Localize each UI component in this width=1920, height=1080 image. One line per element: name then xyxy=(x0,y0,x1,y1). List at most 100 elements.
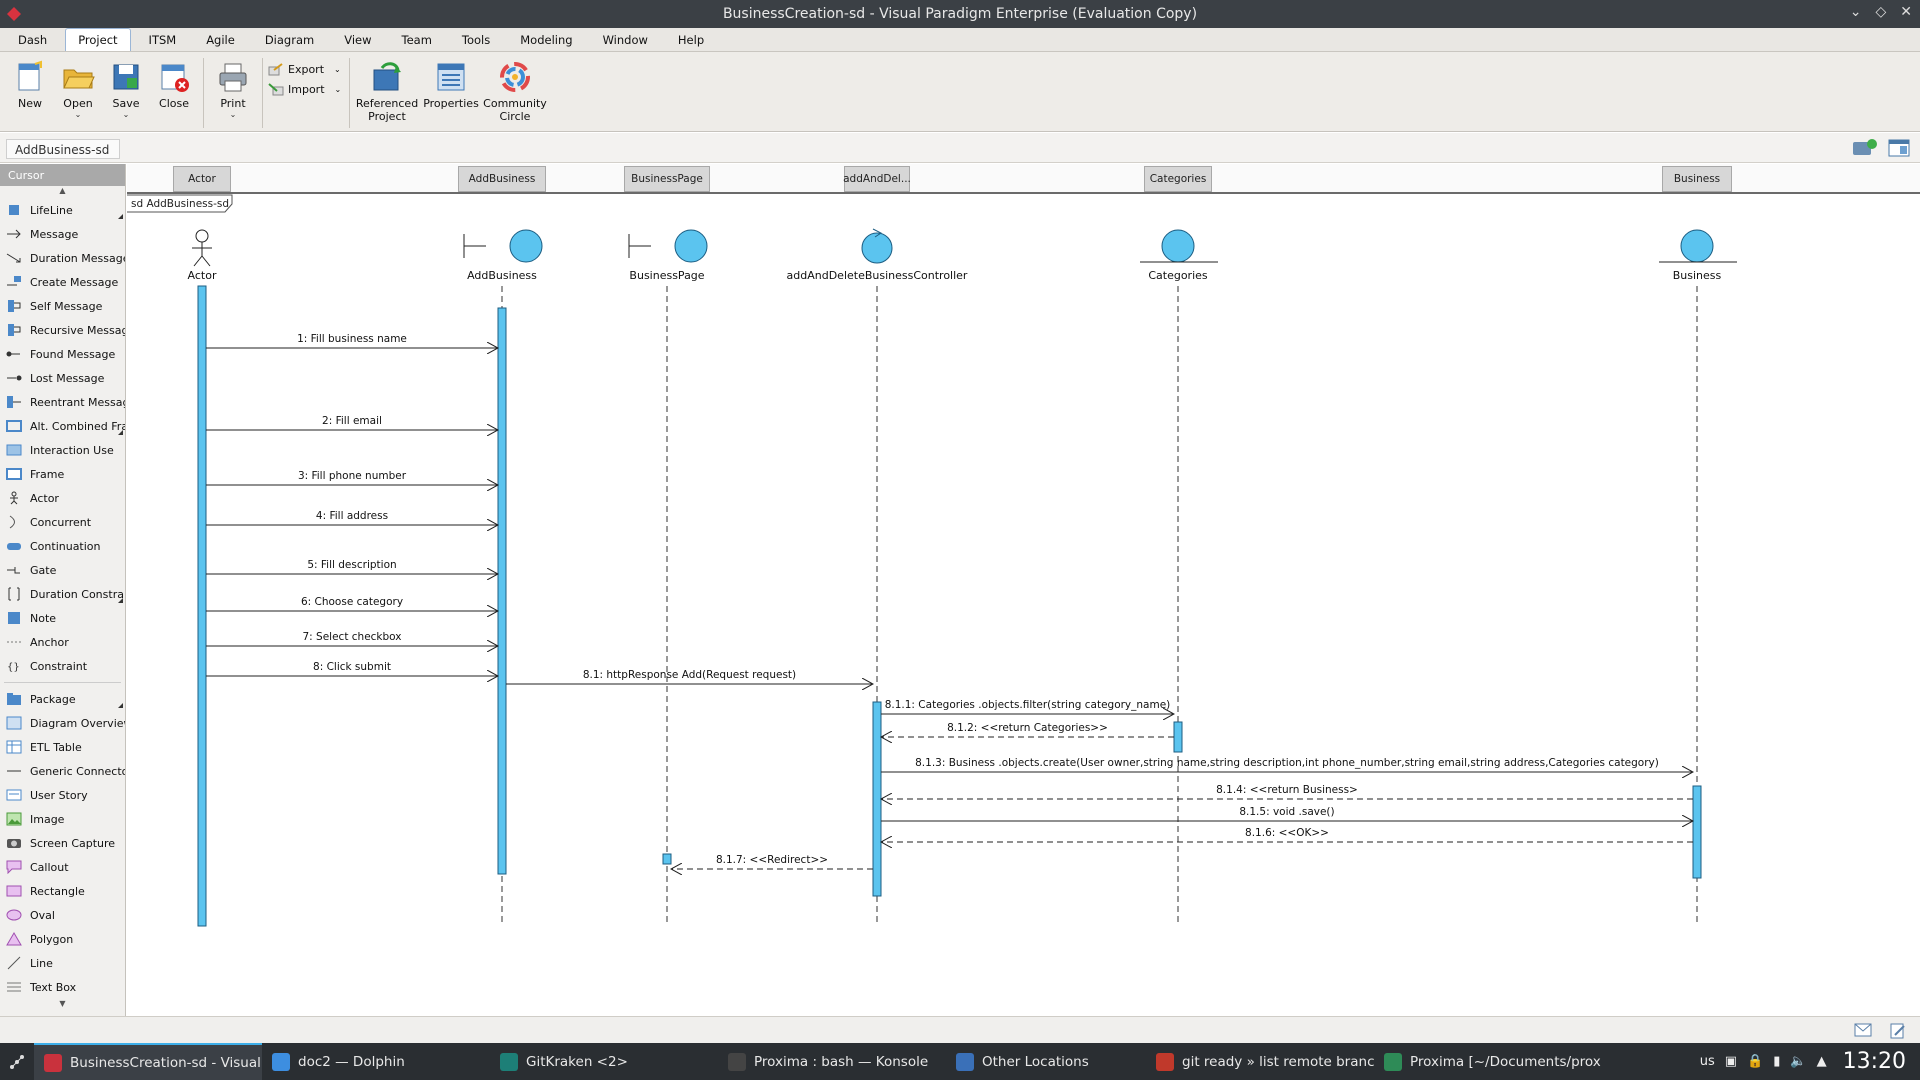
message-label[interactable]: 8.1.3: Business .objects.create(User own… xyxy=(915,757,1659,769)
properties-button[interactable]: Properties xyxy=(419,56,483,110)
lane-actor[interactable]: Actor xyxy=(173,166,231,192)
palette-item-alt-combined-frag[interactable]: Alt. Combined Frag xyxy=(0,414,125,438)
menu-view[interactable]: View xyxy=(332,29,383,51)
message-label[interactable]: 7: Select checkbox xyxy=(302,631,401,643)
submenu-corner-icon[interactable] xyxy=(118,214,123,219)
lifeline-name-categories[interactable]: Categories xyxy=(1148,269,1208,282)
palette-cursor-tool[interactable]: Cursor xyxy=(0,164,125,186)
menu-help[interactable]: Help xyxy=(666,29,716,51)
close-icon[interactable]: ✕ xyxy=(1900,4,1912,20)
maximize-icon[interactable]: ◇ xyxy=(1875,4,1886,20)
palette-item-actor[interactable]: Actor xyxy=(0,486,125,510)
palette-item-line[interactable]: Line xyxy=(0,951,125,975)
menu-diagram[interactable]: Diagram xyxy=(253,29,326,51)
lane-addbusiness[interactable]: AddBusiness xyxy=(458,166,546,192)
new-button[interactable]: New xyxy=(6,56,54,110)
submenu-corner-icon[interactable] xyxy=(118,703,123,708)
lock-icon[interactable]: 🔒 xyxy=(1747,1054,1763,1069)
minimize-icon[interactable]: ⌄ xyxy=(1850,4,1862,20)
message-label[interactable]: 8: Click submit xyxy=(313,661,391,673)
palette-item-diagram-overview[interactable]: Diagram Overview xyxy=(0,711,125,735)
palette-item-frame[interactable]: Frame xyxy=(0,462,125,486)
palette-item-lifeline[interactable]: LifeLine xyxy=(0,198,125,222)
palette-item-polygon[interactable]: Polygon xyxy=(0,927,125,951)
palette-item-reentrant-message[interactable]: Reentrant Message xyxy=(0,390,125,414)
palette-item-create-message[interactable]: Create Message xyxy=(0,270,125,294)
message-label[interactable]: 8.1.2: <<return Categories>> xyxy=(947,722,1108,734)
message-label[interactable]: 8.1.6: <<OK>> xyxy=(1245,827,1329,839)
volume-icon[interactable]: 🔈 xyxy=(1790,1054,1806,1069)
palette-item-package[interactable]: Package xyxy=(0,687,125,711)
palette-item-lost-message[interactable]: Lost Message xyxy=(0,366,125,390)
diagram-canvas[interactable]: Actor AddBusiness BusinessPage addAndDel...… xyxy=(127,164,1920,1016)
palette-item-rectangle[interactable]: Rectangle xyxy=(0,879,125,903)
open-dropdown-icon[interactable]: ⌄ xyxy=(75,110,82,120)
menu-team[interactable]: Team xyxy=(390,29,444,51)
taskbar-task-1[interactable]: BusinessCreation-sd - Visual P... xyxy=(34,1043,262,1080)
lifeline-name-addanddeletebusinesscontroller[interactable]: addAndDeleteBusinessController xyxy=(787,269,968,282)
palette-item-generic-connector[interactable]: Generic Connector xyxy=(0,759,125,783)
referenced-project-button[interactable]: Referenced Project xyxy=(355,56,419,123)
palette-item-constraint[interactable]: {} Constraint xyxy=(0,654,125,678)
message-label[interactable]: 6: Choose category xyxy=(301,596,403,608)
palette-item-self-message[interactable]: Self Message xyxy=(0,294,125,318)
palette-item-gate[interactable]: Gate xyxy=(0,558,125,582)
boundary-icon[interactable] xyxy=(509,229,543,263)
palette-item-message[interactable]: Message xyxy=(0,222,125,246)
menu-window[interactable]: Window xyxy=(591,29,660,51)
print-button[interactable]: Print ⌄ xyxy=(209,56,257,120)
palette-item-anchor[interactable]: Anchor xyxy=(0,630,125,654)
lane-categories[interactable]: Categories xyxy=(1144,166,1212,192)
palette-item-found-message[interactable]: Found Message xyxy=(0,342,125,366)
lane-businesspage[interactable]: BusinessPage xyxy=(624,166,710,192)
message-label[interactable]: 8.1.1: Categories .objects.filter(string… xyxy=(885,699,1171,711)
message-label[interactable]: 4: Fill address xyxy=(316,510,388,522)
actor-icon[interactable] xyxy=(195,229,209,243)
lifeline-name-actor[interactable]: Actor xyxy=(188,269,217,282)
menu-itsm[interactable]: ITSM xyxy=(137,29,189,51)
palette-item-concurrent[interactable]: Concurrent xyxy=(0,510,125,534)
close-button[interactable]: Close xyxy=(150,56,198,110)
diagram-breadcrumb[interactable]: AddBusiness-sd xyxy=(6,139,121,159)
palette-item-note[interactable]: Note xyxy=(0,606,125,630)
export-dropdown-icon[interactable]: ⌄ xyxy=(334,65,341,74)
lifeline-name-addbusiness[interactable]: AddBusiness xyxy=(467,269,537,282)
palette-item-text-box[interactable]: Text Box xyxy=(0,975,125,999)
palette-item-callout[interactable]: Callout xyxy=(0,855,125,879)
palette-item-user-story[interactable]: User Story xyxy=(0,783,125,807)
boundary-icon[interactable] xyxy=(674,229,708,263)
menu-modeling[interactable]: Modeling xyxy=(508,29,584,51)
import-dropdown-icon[interactable]: ⌄ xyxy=(335,85,342,94)
message-label[interactable]: 8.1: httpResponse Add(Request request) xyxy=(583,669,796,681)
lane-business[interactable]: Business xyxy=(1662,166,1732,192)
display-icon[interactable]: ▣ xyxy=(1725,1054,1737,1069)
save-button[interactable]: Save ⌄ xyxy=(102,56,150,120)
menu-tools[interactable]: Tools xyxy=(450,29,502,51)
save-dropdown-icon[interactable]: ⌄ xyxy=(123,110,130,120)
submenu-corner-icon[interactable] xyxy=(118,430,123,435)
palette-item-duration-message[interactable]: Duration Message xyxy=(0,246,125,270)
chat-icon[interactable] xyxy=(1852,138,1878,158)
lifeline-name-business[interactable]: Business xyxy=(1673,269,1722,282)
menu-project[interactable]: Project xyxy=(65,28,131,51)
battery-icon[interactable]: ▮ xyxy=(1773,1054,1780,1069)
message-label[interactable]: 8.1.7: <<Redirect>> xyxy=(716,854,828,866)
message-label[interactable]: 8.1.4: <<return Business> xyxy=(1216,784,1358,796)
keyboard-layout[interactable]: us xyxy=(1700,1054,1715,1069)
open-button[interactable]: Open ⌄ xyxy=(54,56,102,120)
app-launcher-icon[interactable] xyxy=(0,1043,34,1080)
message-label[interactable]: 5: Fill description xyxy=(307,559,396,571)
taskbar-task-7[interactable]: Proxima [~/Documents/proxi... xyxy=(1374,1043,1602,1080)
entity-icon[interactable] xyxy=(1680,229,1714,263)
menu-agile[interactable]: Agile xyxy=(194,29,247,51)
entity-icon[interactable] xyxy=(1161,229,1195,263)
palette-scroll-up-icon[interactable]: ▲ xyxy=(0,186,125,198)
taskbar-task-5[interactable]: Other Locations xyxy=(946,1043,1146,1080)
submenu-corner-icon[interactable] xyxy=(118,598,123,603)
control-icon[interactable] xyxy=(861,232,893,264)
taskbar-task-3[interactable]: GitKraken <2> xyxy=(490,1043,718,1080)
message-label[interactable]: 1: Fill business name xyxy=(297,333,407,345)
palette-item-interaction-use[interactable]: Interaction Use xyxy=(0,438,125,462)
print-dropdown-icon[interactable]: ⌄ xyxy=(230,110,237,120)
import-button[interactable]: Import ⌄ xyxy=(268,82,344,96)
